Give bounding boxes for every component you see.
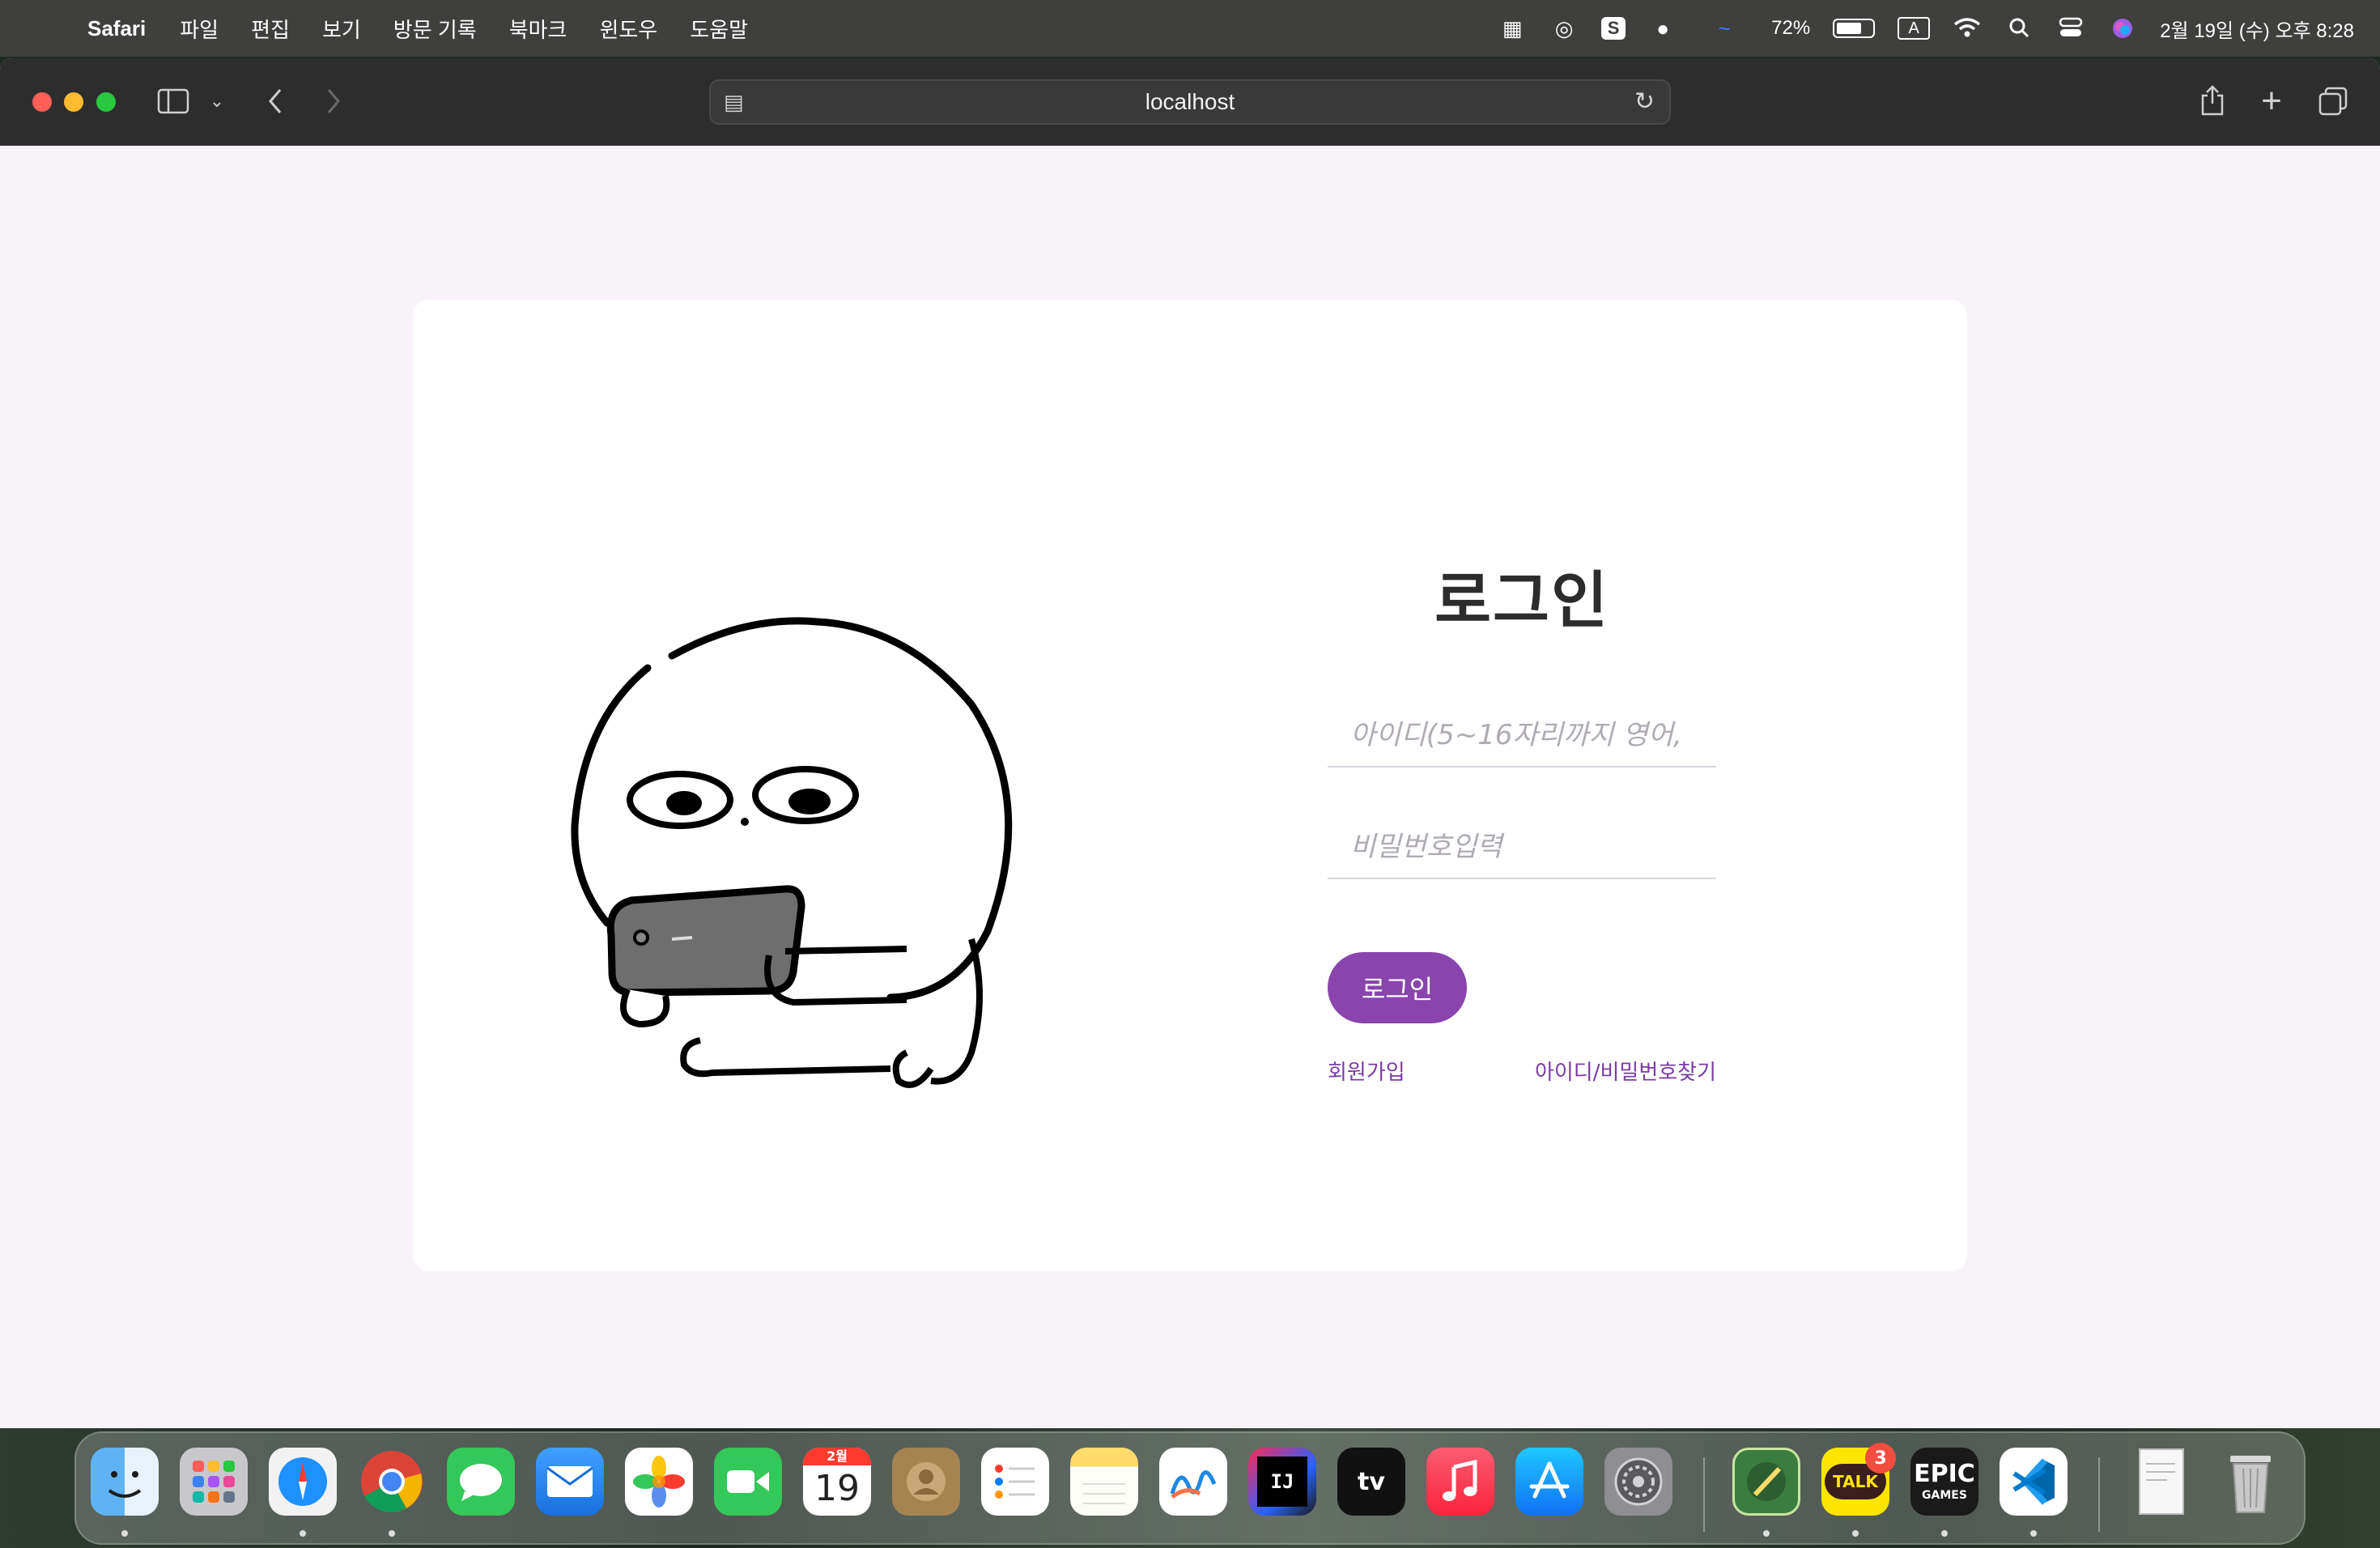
kakaotalk-icon[interactable]: TALK 3 [1821,1443,1896,1516]
app-menu-safari[interactable]: Safari [87,16,146,41]
control-center-icon[interactable] [2056,17,2085,40]
apple-tv-label: tv [1358,1467,1385,1496]
menu-edit[interactable]: 편집 [251,14,290,44]
epic-games-icon[interactable]: EPIC GAMES [1910,1448,1978,1516]
epic-label: EPIC [1914,1460,1975,1488]
messages-icon[interactable] [447,1448,515,1516]
menu-view[interactable]: 보기 [322,14,361,44]
finder-icon[interactable] [91,1448,159,1516]
chrome-icon[interactable] [358,1448,426,1516]
status-area: ▦ ◎ S ● ~ 72% A 2월 19일 (수) 오후 8:28 [1498,0,2354,57]
find-account-link[interactable]: 아이디/비밀번호찾기 [1535,1056,1716,1086]
wifi-icon[interactable] [1953,17,1982,40]
freeform-icon[interactable] [1159,1448,1227,1516]
calendar-day: 19 [814,1468,860,1509]
browser-toolbar: ⌄ ▤ localhost ↻ + [0,58,2380,146]
login-form: 로그인 로그인 회원가입 아이디/비밀번호찾기 [1328,551,1716,1086]
forward-button[interactable] [317,81,350,121]
input-source-icon[interactable]: A [1898,17,1931,40]
intellij-idea-icon[interactable]: IJ [1248,1448,1316,1516]
character-illustration [571,617,1013,1088]
password-field-wrapper [1328,816,1716,879]
close-window-button[interactable] [32,92,52,112]
login-card: 로그인 로그인 회원가입 아이디/비밀번호찾기 [413,300,1967,1271]
epic-games-label: GAMES [1922,1489,1967,1502]
minimize-window-button[interactable] [64,92,83,112]
dock-separator [2098,1457,2100,1532]
facetime-icon[interactable] [714,1448,782,1516]
login-button[interactable]: 로그인 [1328,952,1467,1023]
running-indicator [121,1530,128,1537]
launchpad-icon[interactable] [180,1448,248,1516]
reminders-icon[interactable] [981,1448,1049,1516]
safari-icon[interactable] [269,1448,337,1516]
notes-icon[interactable] [1070,1448,1138,1516]
menu-help[interactable]: 도움말 [690,14,748,44]
id-field-wrapper [1328,704,1716,768]
siri-icon[interactable] [2108,17,2137,40]
chat-status-icon[interactable]: ● [1648,17,1677,40]
system-settings-icon[interactable] [1604,1448,1672,1516]
safari-window: ⌄ ▤ localhost ↻ + 로그인 아이디(5~16자리까지 영어, 숫… [0,58,2380,1428]
keyboard-icon[interactable]: ▦ [1498,17,1527,40]
vscode-icon[interactable] [2000,1448,2068,1516]
app-store-icon[interactable] [1515,1448,1583,1516]
contacts-icon[interactable] [892,1448,960,1516]
running-indicator [1763,1530,1770,1537]
share-icon[interactable] [2194,81,2231,121]
running-indicator [1852,1530,1859,1537]
music-icon[interactable] [1426,1448,1494,1516]
page-title: 로그인 [1434,567,1609,636]
menu-bookmarks[interactable]: 북마크 [509,14,567,44]
battery-percent: 72% [1771,17,1811,39]
trash-icon[interactable] [2216,1448,2284,1516]
url-text: localhost [1145,89,1235,114]
chevron-down-icon[interactable]: ⌄ [207,81,227,121]
zoom-window-button[interactable] [96,92,116,112]
auth-links: 회원가입 아이디/비밀번호찾기 [1328,1056,1716,1086]
menu-bar: Safari 파일 편집 보기 방문 기록 북마크 윈도우 도움말 ▦ ◎ S … [0,0,2380,57]
address-bar[interactable]: ▤ localhost ↻ [709,79,1671,125]
reload-icon[interactable]: ↻ [1634,81,1655,123]
menu-history[interactable]: 방문 기록 [393,14,477,44]
photos-icon[interactable] [625,1448,693,1516]
signup-link[interactable]: 회원가입 [1328,1056,1405,1086]
tab-overview-icon[interactable] [2315,81,2351,121]
menubar-clock[interactable]: 2월 19일 (수) 오후 8:28 [2160,15,2354,43]
menu-file[interactable]: 파일 [180,14,219,44]
mail-icon[interactable] [536,1448,604,1516]
running-indicator [300,1530,306,1537]
sweep-app-icon[interactable] [1732,1448,1800,1516]
calendar-icon[interactable]: 2월 19 [803,1448,871,1516]
running-indicator [389,1530,395,1537]
runcat-icon[interactable]: ~ [1700,17,1749,40]
skype-icon[interactable]: S [1601,17,1626,40]
apple-tv-icon[interactable]: tv [1337,1448,1405,1516]
password-input[interactable] [1328,831,1716,863]
menu-window[interactable]: 윈도우 [599,14,657,44]
battery-icon[interactable] [1833,19,1876,38]
running-indicator [1941,1530,1948,1537]
back-button[interactable] [259,81,291,121]
page-menu-icon[interactable]: ▤ [724,81,744,123]
calendar-month: 2월 [803,1448,871,1465]
notification-badge: 3 [1865,1443,1896,1474]
dock-separator [1703,1457,1705,1532]
spotlight-search-icon[interactable] [2004,17,2034,40]
username-input[interactable] [1328,719,1716,751]
sidebar-toggle-icon[interactable] [155,81,191,121]
new-tab-icon[interactable]: + [2255,81,2288,121]
dock: 2월 19 IJ tv TALK 3 EPIC GAMES [74,1431,2306,1545]
running-indicator [2030,1530,2037,1537]
compass-status-icon[interactable]: ◎ [1549,17,1579,40]
intellij-label: IJ [1257,1457,1307,1507]
document-stack-icon[interactable] [2127,1448,2195,1516]
